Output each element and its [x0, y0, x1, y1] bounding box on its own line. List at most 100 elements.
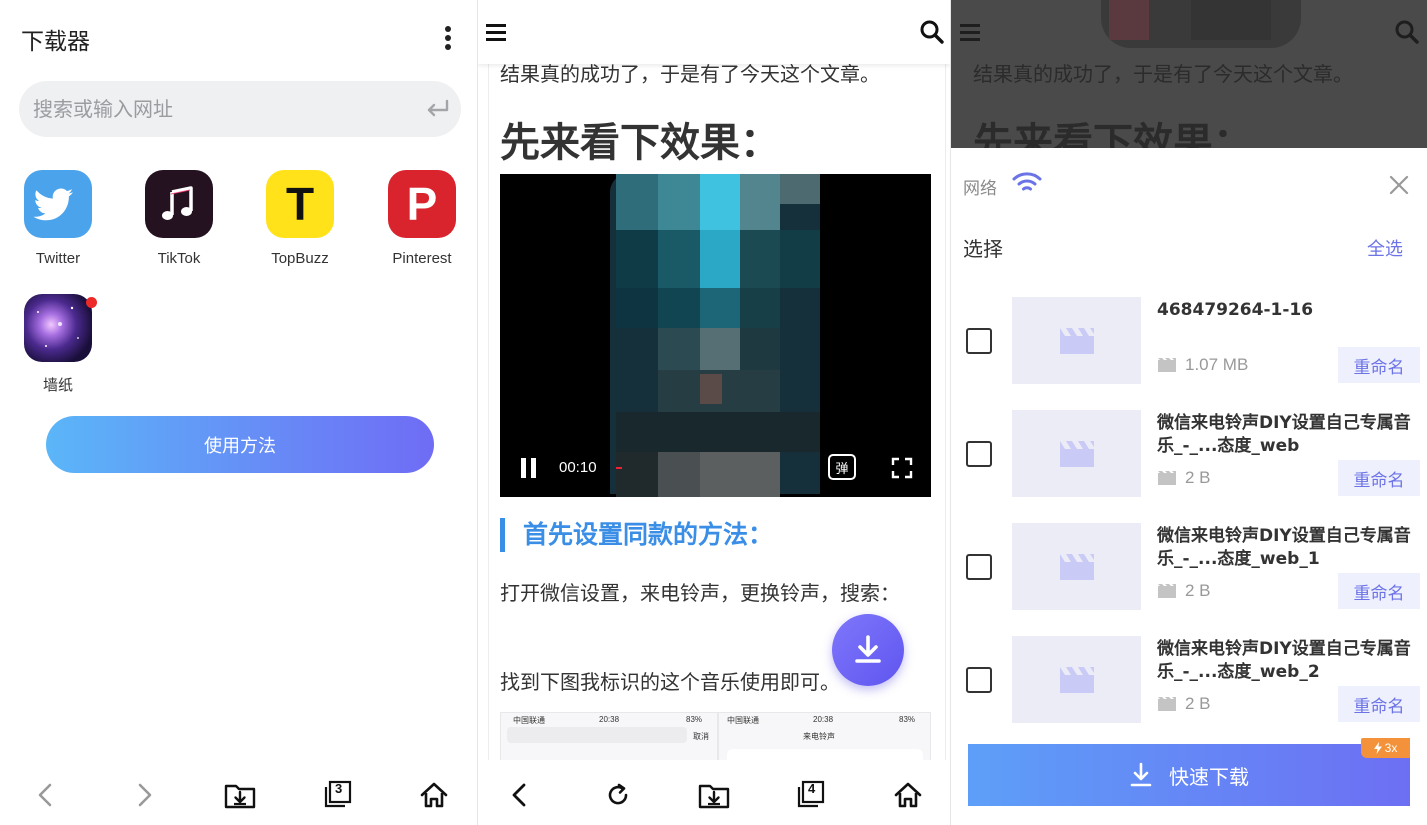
- home-icon[interactable]: [888, 775, 928, 815]
- thumb-extra: 取消: [693, 732, 709, 741]
- rename-button[interactable]: 重命名: [1338, 573, 1420, 609]
- how-to-use-button[interactable]: 使用方法: [46, 416, 434, 473]
- list-item: 微信来电铃声DIY设置自己专属音乐_-_...态度_web 2 B 重命名: [951, 410, 1427, 500]
- item-size-value: 2 B: [1185, 694, 1211, 713]
- app-label: TopBuzz: [271, 250, 329, 267]
- item-size: 1.07 MB: [1157, 355, 1248, 375]
- dimmed-text-line: 结果真的成功了，于是有了今天这个文章。: [973, 62, 1353, 86]
- item-checkbox[interactable]: [966, 554, 992, 580]
- app-tiktok[interactable]: TikTok: [129, 170, 229, 267]
- back-icon[interactable]: [26, 775, 66, 815]
- item-checkbox[interactable]: [966, 667, 992, 693]
- item-name: 微信来电铃声DIY设置自己专属音乐_-_...态度_web: [1157, 413, 1411, 456]
- item-size-value: 2 B: [1185, 468, 1211, 487]
- pinterest-icon: P: [388, 170, 456, 238]
- thumb-carrier: 中国联通: [727, 716, 759, 725]
- danmaku-icon[interactable]: 弹: [828, 454, 856, 480]
- download-sheet-screen: 结果真的成功了，于是有了今天这个文章。 先来看下效果： 网络 选择 全选 468…: [950, 0, 1427, 825]
- list-item: 468479264-1-16 1.07 MB 重命名: [951, 297, 1427, 387]
- thumb-extra: 来电铃声: [803, 732, 835, 741]
- wallpaper-icon: [24, 294, 92, 362]
- fullscreen-icon[interactable]: [890, 456, 914, 480]
- select-all-button[interactable]: 全选: [1367, 235, 1403, 261]
- item-size: 2 B: [1157, 468, 1211, 488]
- select-label: 选择: [963, 237, 1003, 261]
- more-menu-icon[interactable]: [437, 24, 459, 52]
- hamburger-menu-icon[interactable]: [485, 22, 507, 42]
- forward-icon[interactable]: [124, 775, 164, 815]
- article-screenshot-image: 中国联通 20:38 83% 取消 中国联通 20:38 83% 来电铃声: [500, 712, 931, 760]
- pause-icon[interactable]: [518, 456, 540, 480]
- screenshot-thumb: 中国联通 20:38 83% 来电铃声: [718, 712, 931, 760]
- app-title: 下载器: [21, 29, 90, 55]
- app-twitter[interactable]: Twitter: [8, 170, 108, 267]
- thumb-battery: 83%: [686, 715, 703, 724]
- lightning-icon: [1373, 742, 1382, 754]
- tabs-count: 4: [808, 781, 816, 796]
- video-player[interactable]: 00:10 弹: [500, 174, 931, 497]
- item-name: 468479264-1-16: [1157, 300, 1314, 320]
- enter-icon[interactable]: [423, 95, 451, 123]
- downloads-folder-icon[interactable]: [694, 775, 734, 815]
- film-icon: [1158, 697, 1176, 711]
- article-paragraph: 打开微信设置，来电铃声，更换铃声，搜索：: [500, 581, 900, 605]
- article-heading: 先来看下效果：: [500, 120, 780, 166]
- home-icon[interactable]: [414, 775, 454, 815]
- rename-button[interactable]: 重命名: [1338, 686, 1420, 722]
- item-name: 微信来电铃声DIY设置自己专属音乐_-_...态度_web_2: [1157, 639, 1411, 682]
- section-title: 首先设置同款的方法：: [500, 518, 773, 552]
- tiktok-icon: [145, 170, 213, 238]
- download-bottom-sheet: 网络 选择 全选 468479264-1-16 1.07 MB 重命名 微信来电…: [951, 148, 1427, 825]
- clapperboard-icon: [1059, 440, 1094, 467]
- pinterest-letter: P: [406, 178, 438, 230]
- item-size-value: 1.07 MB: [1185, 355, 1249, 374]
- notification-dot: [86, 297, 97, 308]
- download-icon: [1130, 762, 1152, 787]
- app-topbuzz[interactable]: T TopBuzz: [250, 170, 350, 267]
- dimmed-background[interactable]: 结果真的成功了，于是有了今天这个文章。 先来看下效果：: [951, 0, 1427, 148]
- search-icon: [1395, 20, 1419, 44]
- rename-button[interactable]: 重命名: [1338, 347, 1420, 383]
- fast-download-label: 快速下载: [1169, 764, 1249, 789]
- film-icon: [1158, 358, 1176, 372]
- app-label: Twitter: [35, 250, 81, 267]
- list-item: 微信来电铃声DIY设置自己专属音乐_-_...态度_web_2 2 B 重命名: [951, 636, 1427, 726]
- search-input[interactable]: [33, 81, 413, 137]
- video-thumbnail: [1012, 636, 1141, 723]
- film-icon: [1158, 471, 1176, 485]
- clapperboard-icon: [1059, 666, 1094, 693]
- danmaku-label: 弹: [835, 461, 849, 477]
- download-fab-button[interactable]: [832, 614, 904, 686]
- fast-download-button[interactable]: 快速下载: [968, 744, 1410, 806]
- clapperboard-icon: [1059, 553, 1094, 580]
- app-wallpaper[interactable]: 墙纸: [8, 294, 108, 395]
- speed-badge-label: 3x: [1384, 741, 1398, 755]
- twitter-icon: [24, 170, 92, 238]
- app-label: 墙纸: [42, 377, 73, 394]
- video-thumbnail: [1012, 410, 1141, 497]
- app-label: Pinterest: [392, 250, 452, 267]
- search-bar: [19, 81, 461, 137]
- speed-badge: 3x: [1361, 738, 1410, 758]
- hamburger-menu-icon: [960, 24, 980, 41]
- item-checkbox[interactable]: [966, 441, 992, 467]
- search-icon[interactable]: [919, 19, 945, 45]
- tabs-icon[interactable]: 3: [318, 775, 358, 815]
- video-progress[interactable]: [616, 467, 622, 469]
- video-thumbnail: [1012, 523, 1141, 610]
- close-icon[interactable]: [1384, 170, 1414, 200]
- screenshot-thumb: 中国联通 20:38 83% 取消: [500, 712, 718, 760]
- wifi-icon: [1012, 172, 1042, 191]
- article-paragraph: 找到下图我标识的这个音乐使用即可。: [500, 670, 840, 694]
- rename-button[interactable]: 重命名: [1338, 460, 1420, 496]
- app-pinterest[interactable]: P Pinterest: [372, 170, 472, 267]
- topbuzz-icon: T: [266, 170, 334, 238]
- downloads-folder-icon[interactable]: [220, 775, 260, 815]
- item-checkbox[interactable]: [966, 328, 992, 354]
- thumb-carrier: 中国联通: [513, 716, 545, 725]
- thumb-battery: 83%: [899, 715, 916, 724]
- back-icon[interactable]: [500, 775, 540, 815]
- tabs-icon[interactable]: 4: [791, 775, 831, 815]
- refresh-icon[interactable]: [598, 775, 638, 815]
- network-label: 网络: [963, 179, 997, 199]
